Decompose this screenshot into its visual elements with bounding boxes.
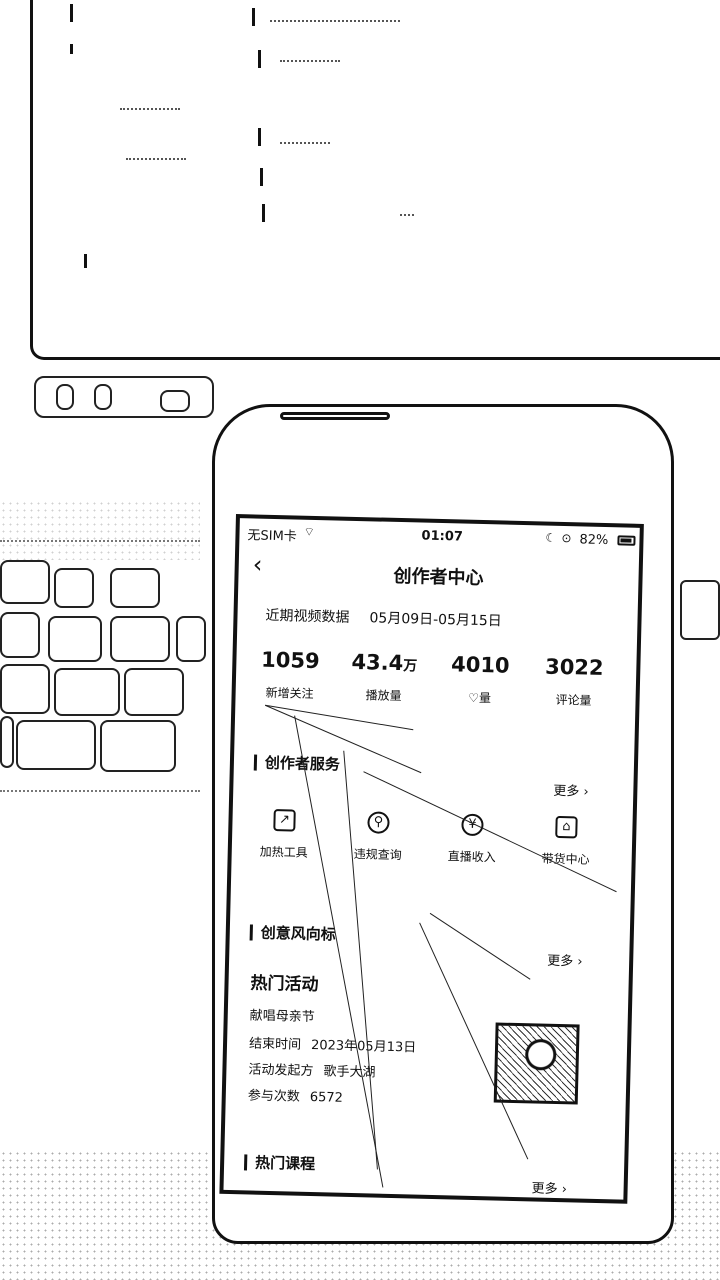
screen-crack [265, 704, 414, 731]
stat-label: 播放量 [365, 688, 402, 704]
document-mark [84, 254, 87, 268]
keyboard-key [0, 716, 14, 768]
document-text-row [400, 214, 414, 219]
battery-icon [617, 535, 636, 546]
keyboard-key [48, 616, 102, 662]
stat-label: 评论量 [555, 692, 592, 708]
keyboard-key [54, 568, 94, 608]
phone-screen: 无SIM卡 ⌔ 01:07 ☾ ⊙ 82% ‹ 创作者中心 近期视频数据 05月… [219, 514, 644, 1204]
orientation-lock-icon: ⊙ [561, 530, 572, 546]
stat-label: ♡量 [468, 690, 492, 706]
document-mark [70, 44, 73, 54]
activity-end-time-value: 2023年05月13日 [310, 1037, 417, 1056]
activity-participants-label: 参与次数 [247, 1088, 300, 1105]
keyboard-key [100, 720, 176, 772]
trend-title: 创意风向标 [249, 924, 336, 944]
stat-value: 43.4万 [351, 649, 418, 676]
document-mark [258, 128, 261, 146]
keyboard-key [16, 720, 96, 770]
stat-comments[interactable]: 3022 评论量 [525, 653, 622, 709]
hot-activity-heading: 热门活动 [250, 973, 319, 996]
trend-more-link[interactable]: 更多 › [547, 950, 583, 970]
keyboard-key [56, 384, 74, 410]
document-text-row [280, 60, 340, 65]
status-time: 01:07 [421, 528, 464, 545]
user-search-icon: ⚲ [367, 811, 390, 834]
document-mark [260, 168, 263, 186]
creator-services-more-link[interactable]: 更多 › [553, 780, 589, 800]
screen-crack [429, 912, 531, 980]
wifi-icon: ⌔ [303, 524, 316, 539]
hot-courses-more-link[interactable]: 更多 › [531, 1177, 567, 1197]
document-mark [252, 8, 255, 26]
stat-value: 4010 [450, 652, 510, 678]
activity-organizer: 活动发起方 歌手大湖 [248, 1058, 375, 1080]
stat-new-followers[interactable]: 1059 新增关注 [241, 646, 338, 702]
document-text-row [120, 108, 180, 113]
phone-earpiece [280, 412, 390, 420]
battery-percent: 82% [579, 532, 609, 549]
laptop-screen [30, 0, 720, 360]
keyboard-key [54, 668, 120, 716]
activity-organizer-label: 活动发起方 [248, 1062, 314, 1080]
keyboard-key [160, 390, 190, 412]
service-label: 加热工具 [259, 844, 308, 860]
keyboard-key [176, 616, 206, 662]
recent-data-label: 近期视频数据 [265, 607, 350, 626]
document-mark [258, 50, 261, 68]
hot-courses-title: 热门课程 [243, 1154, 315, 1173]
chart-up-icon: ↗ [273, 809, 296, 832]
document-text-row [270, 20, 400, 25]
status-bar: 无SIM卡 ⌔ 01:07 ☾ ⊙ 82% [239, 518, 640, 554]
keyboard-key [94, 384, 112, 410]
stat-likes[interactable]: 4010 ♡量 [431, 651, 528, 707]
keyboard-key [110, 616, 170, 662]
keyboard-key [124, 668, 184, 716]
stat-plays[interactable]: 43.4万 播放量 [335, 649, 432, 705]
document-mark [262, 204, 265, 222]
activity-thumbnail[interactable] [493, 1022, 580, 1105]
document-text-row [280, 142, 330, 147]
keyboard-key [110, 568, 160, 608]
shop-icon: ⌂ [555, 815, 578, 839]
activity-name[interactable]: 献唱母亲节 [250, 1004, 315, 1025]
service-label: 直播收入 [447, 849, 496, 865]
page-title: 创作者中心 [393, 565, 484, 590]
keyboard-key [680, 580, 720, 640]
keyboard-key [0, 612, 40, 658]
stat-label: 新增关注 [265, 685, 314, 701]
activity-participants: 参与次数 6572 [248, 1084, 344, 1105]
activity-end-time-label: 结束时间 [248, 1036, 302, 1053]
yuan-coin-icon: ¥ [461, 813, 484, 837]
creator-services-title: 创作者服务 [253, 754, 340, 774]
keyboard-key [0, 560, 50, 604]
keyboard-key [0, 664, 50, 714]
carrier-label: 无SIM卡 [247, 528, 297, 545]
recent-date-range[interactable]: 05月09日-05月15日 [369, 607, 502, 630]
activity-end-time: 结束时间 2023年05月13日 [249, 1032, 417, 1055]
service-label: 违规查询 [353, 846, 402, 863]
document-mark [70, 4, 73, 22]
activity-participants-value: 6572 [309, 1089, 344, 1106]
screen-crack [294, 715, 384, 1188]
keyboard-edge [0, 790, 200, 792]
photo-scene: 无SIM卡 ⌔ 01:07 ☾ ⊙ 82% ‹ 创作者中心 近期视频数据 05月… [0, 0, 720, 1280]
service-live-income[interactable]: ¥ 直播收入 [430, 813, 515, 866]
moon-icon: ☾ [545, 530, 557, 545]
stat-value: 1059 [260, 647, 320, 674]
stat-value: 3022 [544, 654, 604, 681]
service-commerce-center[interactable]: ⌂ 带货中心 [523, 815, 608, 868]
document-text-row [126, 158, 186, 163]
table-texture [0, 500, 200, 560]
service-label: 带货中心 [541, 851, 590, 867]
